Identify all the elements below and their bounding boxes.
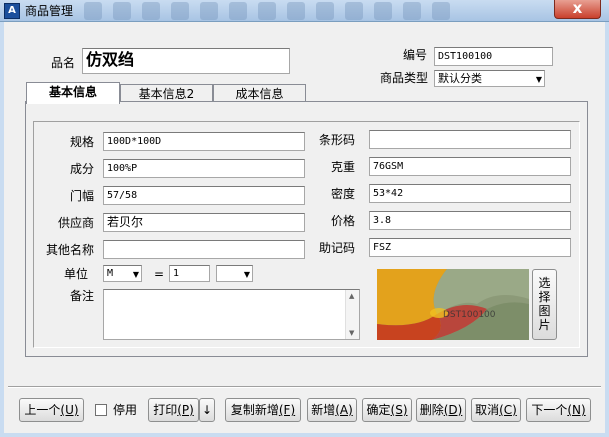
print-hotkey: (P): [177, 403, 194, 417]
fabric-swatch-image: [377, 269, 529, 340]
copy-new-label: 复制新增: [230, 403, 279, 417]
ok-hotkey: (S): [390, 403, 408, 417]
other-name-input[interactable]: [103, 240, 305, 259]
spec-label: 规格: [70, 135, 95, 149]
mnemonic-input[interactable]: FSZ: [369, 238, 571, 257]
cancel-hotkey: (C): [499, 403, 517, 417]
arrow-down-icon: ↓: [201, 403, 213, 417]
width-input[interactable]: 57/58: [103, 186, 305, 205]
name-input[interactable]: 仿双绉: [82, 48, 290, 74]
unit2-select[interactable]: ▼: [216, 265, 253, 282]
title-bar[interactable]: A 商品管理 x: [0, 0, 609, 22]
composition-label: 成分: [70, 162, 95, 176]
ok-label: 确定: [366, 403, 391, 417]
composition-input[interactable]: 100%P: [103, 159, 305, 178]
prev-button[interactable]: 上一个(U): [19, 398, 84, 422]
price-input[interactable]: 3.8: [369, 211, 571, 230]
divider-highlight: [8, 387, 601, 388]
next-button[interactable]: 下一个(N): [526, 398, 591, 422]
prev-hotkey: (U): [60, 403, 79, 417]
chevron-down-icon: ▼: [535, 75, 542, 84]
spec-input[interactable]: 100D*100D: [103, 132, 305, 151]
equals-sign: =: [154, 267, 165, 281]
mnemonic-label: 助记码: [319, 241, 356, 255]
copy-new-button[interactable]: 复制新增(F): [225, 398, 301, 422]
delete-button[interactable]: 删除(D): [416, 398, 466, 422]
delete-label: 删除: [419, 403, 444, 417]
weight-label: 克重: [331, 160, 356, 174]
unit-select-value: M: [107, 268, 114, 279]
chevron-down-icon: ▼: [132, 270, 139, 279]
cancel-button[interactable]: 取消(C): [471, 398, 521, 422]
name-label: 品名: [51, 56, 76, 70]
disable-label: 停用: [113, 403, 138, 417]
select-image-label: 选择图片: [538, 276, 551, 332]
new-button[interactable]: 新增(A): [307, 398, 357, 422]
barcode-input[interactable]: [369, 130, 571, 149]
close-button[interactable]: x: [554, 0, 601, 19]
photo-caption: DST100100: [443, 310, 496, 320]
new-label: 新增: [311, 403, 336, 417]
print-button[interactable]: 打印(P): [148, 398, 199, 422]
remark-textarea[interactable]: ▲ ▼: [103, 289, 360, 340]
copy-new-hotkey: (F): [278, 403, 296, 417]
type-select-value: 默认分类: [438, 72, 482, 85]
supplier-input[interactable]: 若贝尔: [103, 213, 305, 232]
width-label: 门幅: [70, 189, 95, 203]
new-hotkey: (A): [335, 403, 353, 417]
barcode-label: 条形码: [319, 133, 356, 147]
weight-input[interactable]: 76GSM: [369, 157, 571, 176]
prev-label: 上一个: [24, 403, 61, 417]
delete-hotkey: (D): [443, 403, 463, 417]
price-label: 价格: [331, 214, 356, 228]
density-input[interactable]: 53*42: [369, 184, 571, 203]
code-input[interactable]: DST100100: [434, 47, 553, 66]
unit-select[interactable]: M ▼: [103, 265, 142, 282]
supplier-label: 供应商: [58, 216, 95, 230]
code-label: 编号: [403, 48, 428, 62]
unit-qty-input[interactable]: 1: [169, 265, 210, 282]
select-image-button[interactable]: 选择图片: [532, 269, 557, 340]
remark-label: 备注: [70, 289, 95, 303]
other-name-label: 其他名称: [46, 243, 95, 257]
print-dropdown-button[interactable]: ↓: [199, 398, 215, 422]
product-photo: DST100100: [377, 269, 529, 340]
remark-scrollbar[interactable]: ▲ ▼: [345, 290, 359, 339]
next-label: 下一个: [531, 403, 568, 417]
background-toolbar-ghost: [84, 2, 450, 20]
ok-button[interactable]: 确定(S): [362, 398, 412, 422]
cancel-label: 取消: [475, 403, 500, 417]
chevron-down-icon: ▼: [243, 270, 250, 279]
scroll-up-icon[interactable]: ▲: [349, 292, 354, 300]
tab-basic-info[interactable]: 基本信息: [26, 82, 120, 104]
density-label: 密度: [331, 187, 356, 201]
unit-label: 单位: [64, 267, 89, 281]
window-title: 商品管理: [25, 4, 74, 18]
app-icon: A: [4, 3, 20, 19]
type-label: 商品类型: [380, 71, 429, 85]
print-label: 打印: [153, 403, 178, 417]
disable-checkbox[interactable]: [95, 404, 107, 416]
type-select[interactable]: 默认分类 ▼: [434, 70, 545, 87]
next-hotkey: (N): [567, 403, 586, 417]
scroll-down-icon[interactable]: ▼: [349, 329, 354, 337]
